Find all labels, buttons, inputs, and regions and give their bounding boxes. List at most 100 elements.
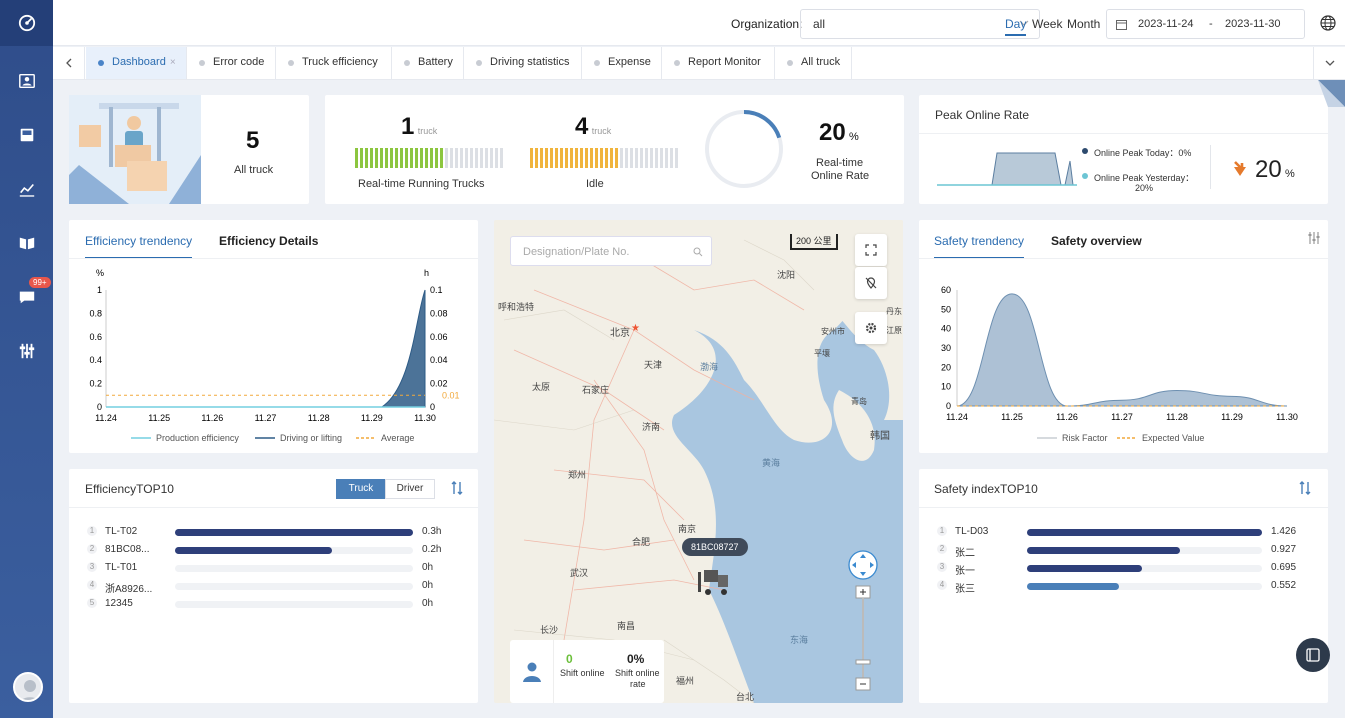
- tab-battery[interactable]: Battery: [392, 47, 464, 79]
- sidebar-item-manual[interactable]: [0, 216, 53, 270]
- map-label-nanchang: 南昌: [617, 621, 636, 631]
- map-view[interactable]: 呼和浩特 北京 沈阳 天津 太原 石家庄 渤海 济南 郑州 南京 合肥 武汉 长…: [494, 220, 903, 703]
- calendar-icon: [1116, 20, 1127, 30]
- progress-segment: [550, 148, 553, 168]
- range-day[interactable]: Day: [1005, 17, 1027, 36]
- progress-segment: [570, 148, 573, 168]
- logo[interactable]: [0, 0, 53, 46]
- close-icon[interactable]: ×: [170, 57, 176, 68]
- y-tick: 60: [941, 285, 951, 295]
- progress-segment: [365, 148, 368, 168]
- fullscreen-button[interactable]: [855, 234, 887, 266]
- truck-label-pill[interactable]: 81BC08727: [682, 538, 748, 556]
- sidebar-item-analytics[interactable]: [0, 162, 53, 216]
- tab-safety-overview[interactable]: Safety overview: [1051, 234, 1142, 248]
- contact-card-icon: [18, 73, 35, 89]
- peak-value: 20: [1255, 156, 1282, 183]
- organization-select[interactable]: all: [800, 9, 1040, 39]
- sort-icon[interactable]: [1299, 481, 1311, 495]
- map-label-nanjing: 南京: [678, 524, 697, 534]
- y-tick-left: 0.8: [89, 308, 102, 318]
- map-label-fuzhou: 福州: [676, 676, 695, 686]
- progress-segment: [425, 148, 428, 168]
- safety-top10-title: Safety indexTOP10: [934, 482, 1038, 496]
- tab-expense[interactable]: Expense: [582, 47, 662, 79]
- ranking-row[interactable]: 3 张一 0.695: [937, 562, 1310, 577]
- segment-truck[interactable]: Truck: [336, 479, 386, 499]
- tabs-more-button[interactable]: [1313, 47, 1345, 79]
- tab-report-monitor[interactable]: Report Monitor: [662, 47, 775, 79]
- manual-book-button[interactable]: [1296, 638, 1330, 672]
- progress-segment: [660, 148, 663, 168]
- date-separator: -: [1209, 18, 1213, 30]
- date-range-picker[interactable]: 2023-11-24 - 2023-11-30: [1106, 9, 1305, 39]
- progress-segment: [490, 148, 493, 168]
- peak-today-legend: Online Peak Today：0%: [1094, 148, 1192, 158]
- range-week[interactable]: Week: [1032, 17, 1062, 31]
- progress-segment: [420, 148, 423, 168]
- tab-dashboard[interactable]: Dashboard ×: [86, 47, 187, 79]
- ranking-row[interactable]: 5 12345 0h: [87, 598, 460, 612]
- rank-track: [1027, 529, 1262, 536]
- shift-rate-value: 0%: [627, 652, 645, 666]
- sidebar-item-settings[interactable]: [0, 324, 53, 378]
- tab-efficiency-details[interactable]: Efficiency Details: [219, 234, 318, 248]
- progress-segment: [640, 148, 643, 168]
- tab-truck-efficiency[interactable]: Truck efficiency: [276, 47, 392, 79]
- x-tick: 11.25: [1001, 412, 1023, 422]
- sidebar-item-inbox[interactable]: [0, 108, 53, 162]
- rank-index: 1: [87, 526, 97, 536]
- tab-efficiency-trendency[interactable]: Efficiency trendency: [85, 234, 193, 259]
- language-globe-icon[interactable]: [1320, 15, 1336, 31]
- ranking-row[interactable]: 3 TL-T01 0h: [87, 562, 460, 576]
- fullscreen-icon: [865, 244, 877, 256]
- ranking-row[interactable]: 4 浙A8926... 0h: [87, 580, 460, 595]
- sort-icon[interactable]: [451, 481, 463, 495]
- tab-all-truck[interactable]: All truck: [775, 47, 852, 79]
- x-tick: 11.28: [1166, 412, 1188, 422]
- progress-segment: [395, 148, 398, 168]
- ranking-row[interactable]: 1 TL-D03 1.426: [937, 526, 1310, 540]
- sidebar-item-contacts[interactable]: [0, 54, 53, 108]
- idle-count: 4: [575, 113, 589, 140]
- sidebar-item-messages[interactable]: 99+: [0, 270, 53, 324]
- ranking-row[interactable]: 1 TL-T02 0.3h: [87, 526, 460, 540]
- map-zoom-control[interactable]: [848, 550, 878, 698]
- tab-driving-statistics[interactable]: Driving statistics: [464, 47, 582, 79]
- rank-track: [1027, 583, 1262, 590]
- ranking-row[interactable]: 2 81BC08... 0.2h: [87, 544, 460, 558]
- map-settings-button[interactable]: [855, 312, 887, 344]
- progress-segment: [620, 148, 623, 168]
- y-tick-right: 0.08: [430, 308, 448, 318]
- peak-online-card: Peak Online Rate Online Peak Today：0% On…: [919, 95, 1328, 204]
- filter-sliders-icon[interactable]: [1307, 231, 1321, 245]
- progress-segment: [485, 148, 488, 168]
- tab-safety-trendency[interactable]: Safety trendency: [934, 234, 1025, 259]
- user-avatar[interactable]: [13, 672, 43, 702]
- tab-error-code[interactable]: Error code: [187, 47, 276, 79]
- y-tick: 0: [946, 401, 951, 411]
- progress-segment: [605, 148, 608, 168]
- peak-value-wrap: 20 %: [1255, 156, 1295, 184]
- segment-driver[interactable]: Driver: [385, 479, 435, 499]
- x-tick: 11.28: [308, 413, 330, 423]
- rank-index: 4: [937, 580, 947, 590]
- map-search-placeholder: Designation/Plate No.: [523, 246, 630, 258]
- map-locate-button[interactable]: [855, 267, 887, 299]
- progress-segment: [555, 148, 558, 168]
- map-scale: 200 公里: [790, 234, 838, 250]
- ranking-row[interactable]: 2 张二 0.927: [937, 544, 1310, 559]
- progress-segment: [400, 148, 403, 168]
- progress-segment: [615, 148, 618, 168]
- rank-track: [175, 547, 413, 554]
- ranking-row[interactable]: 4 张三 0.552: [937, 580, 1310, 595]
- map-search-input[interactable]: Designation/Plate No.: [510, 236, 712, 266]
- tabs-scroll-left[interactable]: [53, 47, 85, 79]
- progress-segment: [600, 148, 603, 168]
- map-label-shijiazhuang: 石家庄: [582, 385, 610, 395]
- efficiency-top10-title: EfficiencyTOP10: [85, 482, 174, 496]
- range-month[interactable]: Month: [1067, 17, 1100, 31]
- y-tick: 10: [941, 382, 951, 392]
- legend-label: Risk Factor: [1062, 433, 1108, 443]
- x-tick: 11.24: [95, 413, 117, 423]
